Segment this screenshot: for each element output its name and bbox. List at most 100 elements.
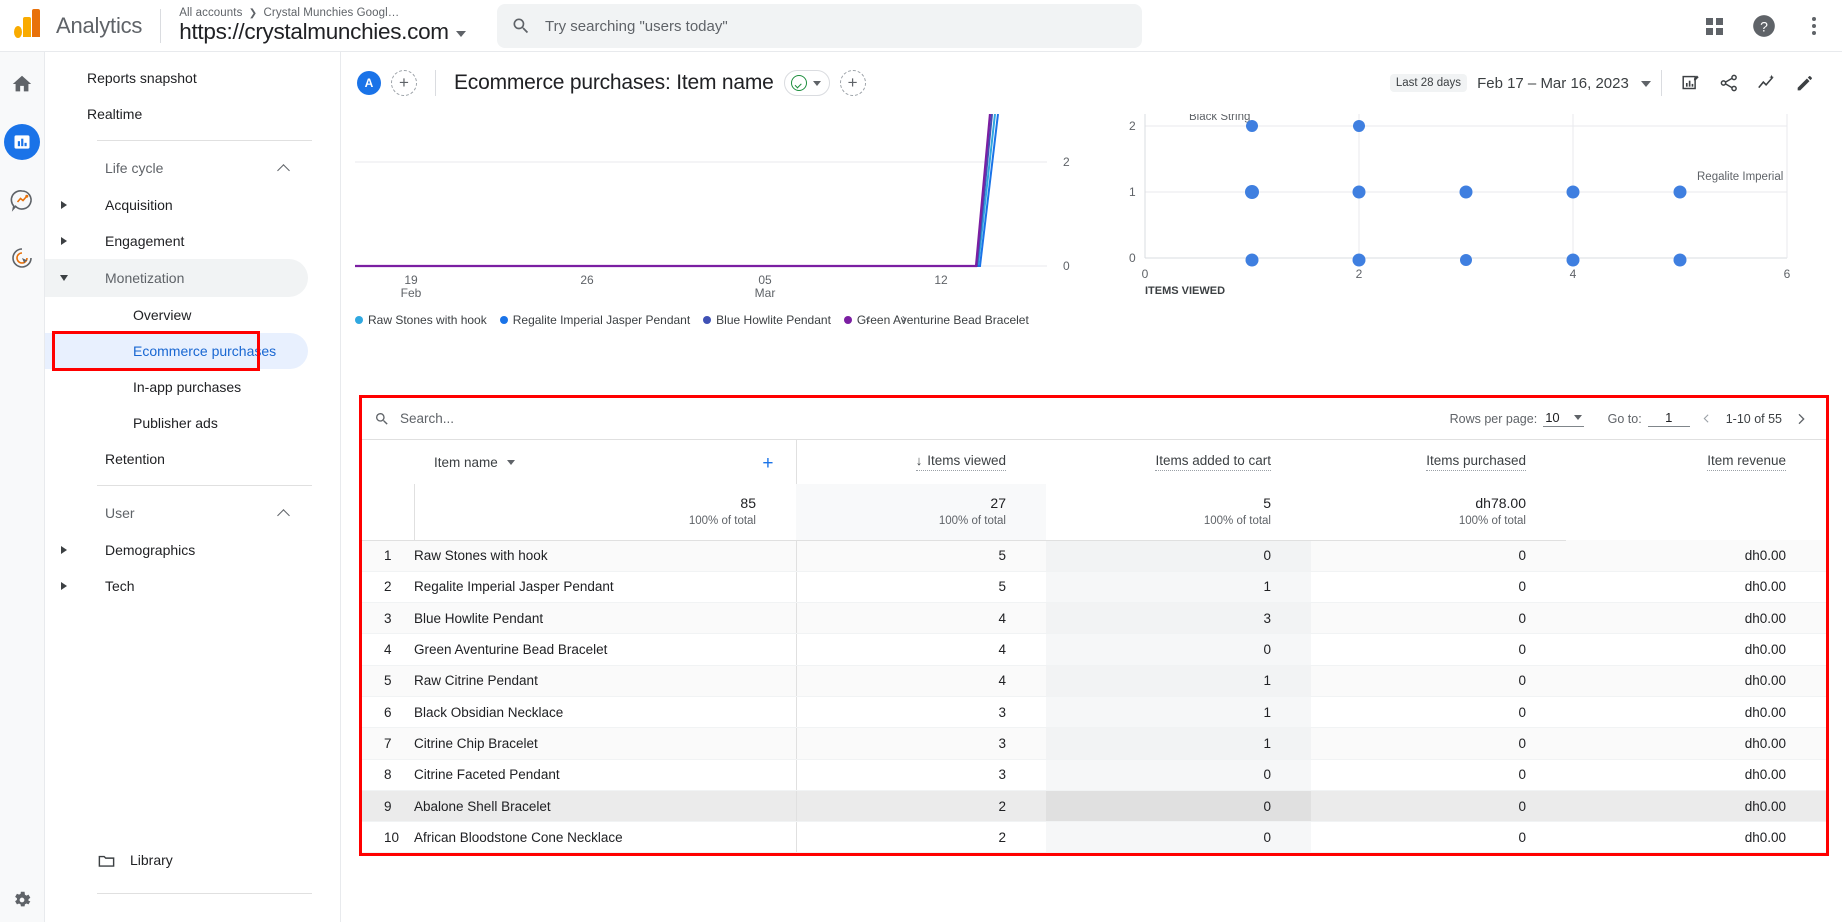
table-row[interactable]: 1 Raw Stones with hook 5 0 0 dh0.00 [362, 540, 1826, 572]
row-item-name[interactable]: Citrine Faceted Pendant [414, 759, 796, 791]
rows-per-page-select[interactable]: 10 [1543, 410, 1584, 427]
row-item-name[interactable]: Raw Citrine Pendant [414, 665, 796, 697]
apps-grid-button[interactable] [1694, 6, 1734, 46]
totals-subtitle: 100% of total [688, 514, 756, 527]
row-item-revenue: dh0.00 [1566, 602, 1826, 635]
sidebar-item-demographics[interactable]: Demographics [45, 532, 308, 568]
add-comparison-button[interactable]: + [391, 70, 417, 96]
add-column-button[interactable]: + [762, 453, 773, 475]
expand-triangle-icon[interactable] [61, 546, 67, 554]
rail-item-advertising[interactable] [4, 240, 40, 276]
row-index: 8 [362, 759, 414, 791]
customize-report-button[interactable] [1786, 64, 1824, 102]
table-row[interactable]: 3 Blue Howlite Pendant 4 3 0 dh0.00 [362, 602, 1826, 635]
column-header-items-added-to-cart[interactable]: Items added to cart [1046, 440, 1311, 484]
row-items-added-to-cart: 3 [1046, 602, 1311, 635]
table-row[interactable]: 2 Regalite Imperial Jasper Pendant 5 1 0 dh0.… [362, 571, 1826, 604]
table-row[interactable]: 6 Black Obsidian Necklace 3 1 0 dh0.00 [362, 696, 1826, 729]
row-items-viewed: 3 [795, 696, 1046, 729]
data-quality-dropdown[interactable] [783, 70, 830, 96]
table-row[interactable]: 4 Green Aventurine Bead Bracelet 4 0 0 dh0.00 [362, 633, 1826, 666]
date-range-selector[interactable]: Feb 17 – Mar 16, 2023 [1477, 75, 1651, 92]
row-item-name[interactable]: Blue Howlite Pendant [414, 602, 796, 635]
global-search-input[interactable]: Try searching "users today" [497, 4, 1142, 48]
pencil-icon [1797, 76, 1812, 91]
expand-triangle-icon[interactable] [61, 582, 67, 590]
row-item-name[interactable]: Regalite Imperial Jasper Pendant [414, 571, 796, 604]
column-header-items-viewed[interactable]: ↓ Items viewed [795, 440, 1046, 484]
legend-next-icon[interactable]: › [893, 307, 915, 329]
rail-item-explore[interactable] [4, 182, 40, 218]
expand-triangle-icon[interactable] [61, 237, 67, 245]
sidebar-section-user[interactable]: User [45, 494, 308, 532]
more-options-button[interactable] [1794, 6, 1834, 46]
next-page-button[interactable] [1788, 406, 1814, 432]
share-button[interactable] [1710, 64, 1748, 102]
account-selector[interactable]: All accounts ❯ Crystal Munchies Googl… h… [179, 7, 499, 45]
legend-item[interactable]: Raw Stones with hook [355, 313, 487, 327]
row-item-name[interactable]: Citrine Chip Bracelet [414, 727, 796, 760]
prev-page-button[interactable] [1694, 406, 1720, 432]
row-index: 9 [362, 790, 414, 823]
sidebar-item-acquisition[interactable]: Acquisition [45, 187, 308, 223]
svg-text:26: 26 [580, 273, 594, 287]
row-item-name[interactable]: Abalone Shell Bracelet [414, 790, 796, 823]
sidebar-item-overview[interactable]: Overview [45, 297, 308, 333]
row-items-added-to-cart: 1 [1046, 696, 1311, 729]
sidebar-item-monetization[interactable]: Monetization [45, 259, 308, 297]
column-header-item-revenue[interactable]: Item revenue [1566, 440, 1826, 484]
rail-item-reports[interactable] [4, 124, 40, 160]
insights-button[interactable] [1748, 64, 1786, 102]
sidebar-item-reports-snapshot[interactable]: Reports snapshot [45, 60, 308, 96]
help-button[interactable]: ? [1744, 6, 1784, 46]
collapse-triangle-icon[interactable] [60, 275, 68, 281]
scatter-chart[interactable]: 2 1 0 Black String Regalite Imperial 0 2… [1107, 111, 1827, 299]
row-item-name[interactable]: Green Aventurine Bead Bracelet [414, 633, 796, 666]
table-row[interactable]: 7 Citrine Chip Bracelet 3 1 0 dh0.00 [362, 727, 1826, 760]
sidebar-item-library[interactable]: Library [45, 842, 340, 878]
row-items-viewed: 4 [795, 633, 1046, 666]
sidebar-row-acquisition: Acquisition [45, 187, 340, 223]
sidebar-item-tech[interactable]: Tech [45, 568, 308, 604]
row-items-viewed: 2 [795, 821, 1046, 854]
sidebar-label-retention: Retention [105, 451, 165, 467]
sidebar-item-retention[interactable]: Retention [45, 441, 308, 477]
svg-text:Feb: Feb [401, 286, 422, 299]
table-row[interactable]: 8 Citrine Faceted Pendant 3 0 0 dh0.00 [362, 759, 1826, 791]
column-header-item-name[interactable]: Item name + [362, 440, 796, 484]
legend-item[interactable]: Regalite Imperial Jasper Pendant [499, 313, 690, 327]
table-row[interactable]: 9 Abalone Shell Bracelet 2 0 0 dh0.00 [362, 790, 1826, 823]
sidebar-item-ecommerce-purchases[interactable]: Ecommerce purchases [45, 333, 308, 369]
row-item-name[interactable]: Raw Stones with hook [414, 540, 796, 572]
admin-gear-icon [15, 891, 31, 907]
sidebar-item-in-app-purchases[interactable]: In-app purchases [45, 369, 308, 405]
goto-page-input[interactable]: 1 [1647, 410, 1690, 427]
sidebar-library[interactable]: Library [45, 842, 340, 878]
row-item-name[interactable]: African Bloodstone Cone Necklace [414, 821, 796, 854]
rail-item-home[interactable] [4, 66, 40, 102]
sidebar-divider-2 [97, 485, 312, 486]
sidebar-item-realtime[interactable]: Realtime [45, 96, 308, 132]
row-index: 4 [362, 633, 414, 666]
row-items-viewed: 5 [795, 571, 1046, 604]
sidebar-item-engagement[interactable]: Engagement [45, 223, 308, 259]
date-preset-badge: Last 28 days [1389, 74, 1468, 92]
report-header: A + Ecommerce purchases: Item name + Las… [341, 52, 1842, 114]
table-toolbar: Search... Rows per page: 10 Go to: 1 1-1… [362, 398, 1826, 440]
row-items-purchased: 0 [1311, 696, 1566, 729]
sidebar-section-life-cycle[interactable]: Life cycle [45, 149, 308, 187]
sidebar-item-publisher-ads[interactable]: Publisher ads [45, 405, 308, 441]
table-search-input[interactable]: Search... [374, 411, 454, 427]
legend-item[interactable]: Blue Howlite Pendant [703, 313, 831, 327]
table-row[interactable]: 5 Raw Citrine Pendant 4 1 0 dh0.00 [362, 665, 1826, 697]
edit-comparisons-button[interactable] [1672, 64, 1710, 102]
rail-item-admin[interactable] [4, 882, 40, 918]
table-row[interactable]: 10 African Bloodstone Cone Necklace 2 0 0 dh0… [362, 821, 1826, 854]
add-dimension-button[interactable]: + [839, 70, 866, 96]
row-item-name[interactable]: Black Obsidian Necklace [414, 696, 796, 729]
legend-prev-icon[interactable]: ‹ [857, 307, 879, 329]
line-chart[interactable]: 2 0 19 Feb 26 05 Mar 12 [347, 113, 1107, 300]
column-header-items-purchased[interactable]: Items purchased [1311, 440, 1566, 484]
expand-triangle-icon[interactable] [61, 201, 67, 209]
top-bar-actions: ? [1694, 0, 1834, 52]
